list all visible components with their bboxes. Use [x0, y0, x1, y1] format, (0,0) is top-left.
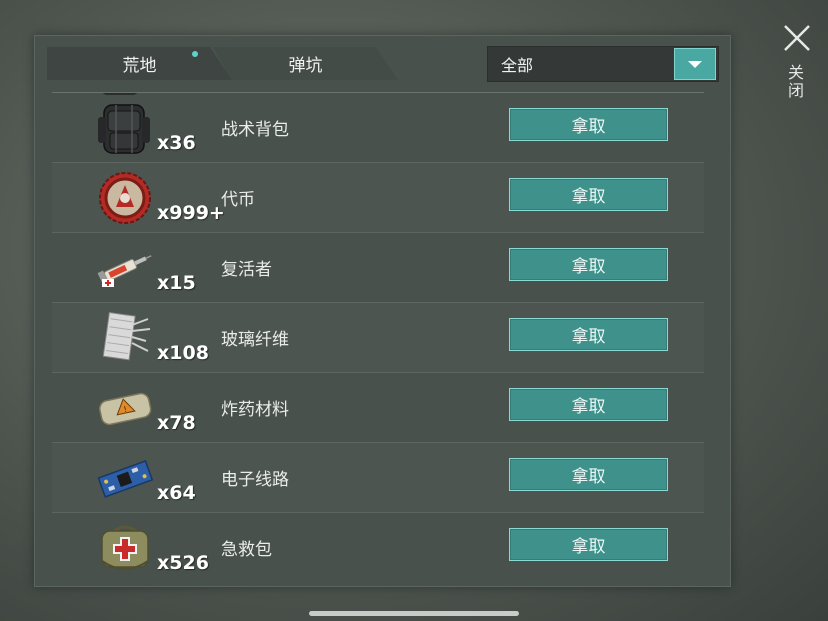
filter-dropdown[interactable]: 全部: [487, 46, 719, 82]
circuit-board-icon: [97, 460, 154, 498]
syringe-icon: [97, 255, 152, 287]
explosive-icon: !: [98, 392, 152, 426]
list-item: x36 战术背包 拿取: [52, 93, 704, 163]
item-list[interactable]: x36 战术背包 拿取 x999+ 代币 拿取 x15 复活者 拿取 x108 …: [52, 92, 704, 578]
item-name: 急救包: [221, 540, 272, 560]
loot-panel: 荒地 弹坑 全部 x36 战术背包 拿取 x999+ 代币 拿取 x15 复活者…: [34, 35, 731, 587]
list-item: x526 急救包 拿取: [52, 513, 704, 578]
list-item: x64 电子线路 拿取: [52, 443, 704, 513]
close-icon[interactable]: [781, 22, 813, 54]
tab-wasteland[interactable]: 荒地: [47, 47, 232, 80]
tab-crater[interactable]: 弹坑: [213, 47, 398, 80]
list-item: x15 复活者 拿取: [52, 233, 704, 303]
take-button[interactable]: 拿取: [509, 318, 668, 351]
item-name: 复活者: [221, 260, 272, 280]
take-button[interactable]: 拿取: [509, 178, 668, 211]
first-aid-kit-icon: [101, 525, 149, 570]
list-item: x999+ 代币 拿取: [52, 163, 704, 233]
fiberglass-icon: [102, 312, 151, 361]
item-quantity: x36: [157, 132, 196, 154]
take-button[interactable]: 拿取: [509, 248, 668, 281]
item-name: 玻璃纤维: [221, 330, 289, 350]
chevron-down-icon: [688, 60, 702, 68]
take-button[interactable]: 拿取: [509, 108, 668, 141]
tab-label: 弹坑: [288, 56, 323, 76]
take-button[interactable]: 拿取: [509, 388, 668, 421]
item-quantity: x78: [157, 412, 196, 434]
item-quantity: x526: [157, 552, 209, 574]
item-quantity: x64: [157, 482, 196, 504]
item-name: 代币: [221, 190, 255, 210]
backpack-icon: [98, 104, 150, 154]
item-quantity: x108: [157, 342, 209, 364]
item-name: 战术背包: [221, 120, 289, 140]
item-quantity: x999+: [157, 202, 225, 224]
home-indicator[interactable]: [309, 611, 519, 616]
list-item: ! x78 炸药材料 拿取: [52, 373, 704, 443]
filter-selected-label: 全部: [501, 56, 534, 75]
item-quantity: x15: [157, 272, 196, 294]
tab-label: 荒地: [122, 56, 157, 76]
bottle-cap-icon: [99, 172, 151, 224]
close-label[interactable]: 关闭: [784, 64, 806, 100]
notification-dot: [192, 51, 198, 57]
take-button[interactable]: 拿取: [509, 458, 668, 491]
dropdown-toggle-button[interactable]: [674, 48, 716, 80]
list-item: x108 玻璃纤维 拿取: [52, 303, 704, 373]
take-button[interactable]: 拿取: [509, 528, 668, 561]
item-name: 炸药材料: [221, 400, 289, 420]
item-name: 电子线路: [221, 470, 289, 490]
